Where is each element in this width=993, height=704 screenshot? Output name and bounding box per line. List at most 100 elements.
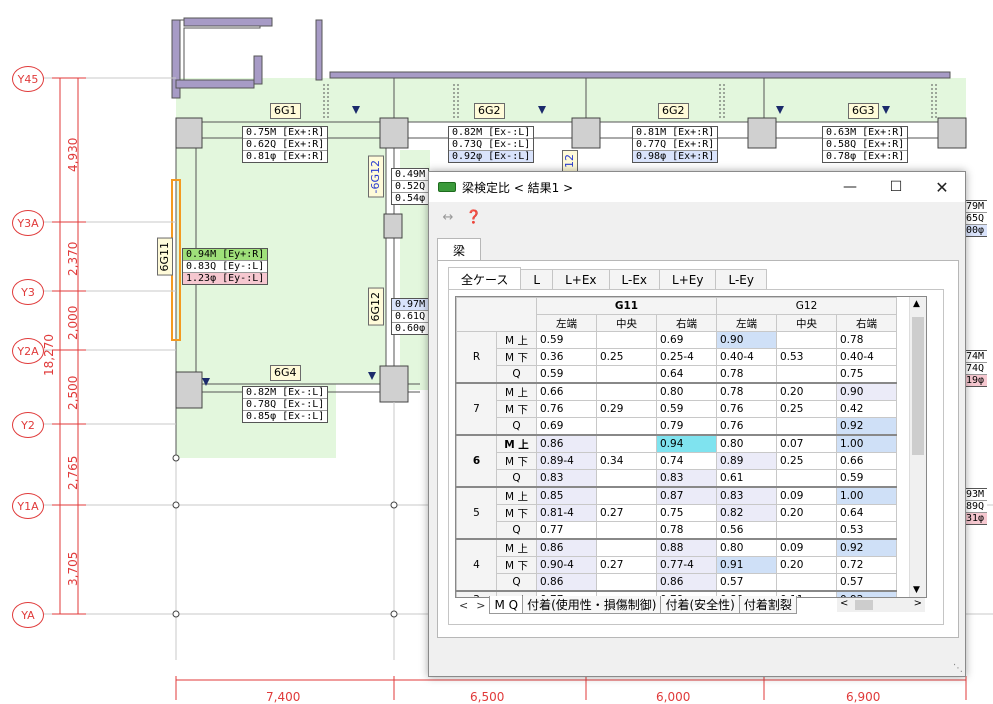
- sheet-tab-bond-service[interactable]: 付着(使用性・損傷制御): [522, 596, 662, 614]
- ratio-cell[interactable]: 0.80: [716, 434, 777, 453]
- ratio-cell[interactable]: 0.74: [656, 452, 717, 470]
- table-row[interactable]: Q 0.83 0.83 0.61 0.59: [456, 469, 897, 488]
- ratio-cell[interactable]: 0.75: [656, 504, 717, 522]
- table-row[interactable]: 6M 上 0.86 0.94 0.80 0.07 1.00: [456, 434, 897, 488]
- ratio-cell[interactable]: 0.80: [716, 538, 777, 557]
- scroll-thumb[interactable]: [912, 317, 924, 455]
- beam-tag[interactable]: 6G1: [270, 103, 301, 119]
- ratio-cell[interactable]: [596, 382, 657, 401]
- ratio-cell[interactable]: [776, 469, 837, 488]
- ratio-cell[interactable]: 0.83: [716, 486, 777, 505]
- maximize-button[interactable]: ☐: [873, 172, 919, 202]
- ratio-cell[interactable]: 0.83: [656, 469, 717, 488]
- help-icon[interactable]: ❓: [465, 208, 483, 226]
- ratio-cell[interactable]: 0.27: [596, 504, 657, 522]
- ratio-cell[interactable]: 0.07: [776, 434, 837, 453]
- ratio-cell[interactable]: [776, 417, 837, 436]
- ratio-cell[interactable]: 0.20: [776, 382, 837, 401]
- table-row[interactable]: Q 0.86 0.86 0.57 0.57: [456, 573, 897, 592]
- ratio-cell[interactable]: 0.75: [836, 365, 897, 384]
- hscroll-thumb[interactable]: [855, 600, 873, 610]
- ratio-cell[interactable]: 0.53: [776, 348, 837, 366]
- ratio-cell[interactable]: [596, 573, 657, 592]
- ratio-cell[interactable]: 0.78: [716, 365, 777, 384]
- ratio-cell[interactable]: 0.86: [536, 538, 597, 557]
- resize-arrows-icon[interactable]: ↔: [439, 208, 457, 226]
- ratio-cell[interactable]: [776, 331, 837, 349]
- beam-tag-vertical[interactable]: -6G12: [368, 156, 384, 198]
- tab-scroll-left-icon[interactable]: <: [455, 599, 472, 612]
- ratio-cell[interactable]: 0.90: [836, 382, 897, 401]
- beam-tag[interactable]: 6G3: [848, 103, 879, 119]
- ratio-cell[interactable]: 0.20: [776, 556, 837, 574]
- table-row[interactable]: M 下 0.81-4 0.27 0.75 0.82 0.20 0.64: [457, 504, 897, 522]
- beam-tag-vertical[interactable]: 6G12: [368, 288, 384, 326]
- ratio-cell[interactable]: 0.25: [776, 400, 837, 418]
- ratio-cell[interactable]: 0.53: [836, 521, 897, 540]
- ratio-cell[interactable]: [776, 365, 837, 384]
- ratio-cell[interactable]: 1.00: [836, 486, 897, 505]
- ratio-cell[interactable]: 0.64: [656, 365, 717, 384]
- ratio-cell[interactable]: 0.64: [836, 504, 897, 522]
- ratio-cell[interactable]: 0.40-4: [836, 348, 897, 366]
- ratio-cell[interactable]: 0.86: [536, 434, 597, 453]
- ratio-cell[interactable]: 0.29: [596, 400, 657, 418]
- resize-grip-icon[interactable]: ⋱: [953, 663, 963, 674]
- table-row[interactable]: 5M 上 0.85 0.87 0.83 0.09 1.00: [456, 486, 897, 540]
- table-row[interactable]: M 下 0.76 0.29 0.59 0.76 0.25 0.42: [457, 400, 897, 418]
- sheet-tab-bond-safety[interactable]: 付着(安全性): [660, 596, 740, 614]
- beam-tag[interactable]: 6G4: [270, 365, 301, 381]
- ratio-cell[interactable]: 0.59: [536, 365, 597, 384]
- beam-tag[interactable]: 6G2: [474, 103, 505, 119]
- ratio-cell[interactable]: 0.61: [716, 469, 777, 488]
- ratio-cell[interactable]: 0.42: [836, 400, 897, 418]
- tab-beam[interactable]: 梁: [437, 238, 481, 261]
- ratio-cell[interactable]: 0.83: [536, 469, 597, 488]
- scroll-up-icon[interactable]: ▲: [913, 299, 920, 309]
- tab-all-cases[interactable]: 全ケース: [448, 267, 522, 290]
- ratio-cell[interactable]: 0.90-4: [536, 556, 597, 574]
- hscroll-left-icon[interactable]: <: [840, 598, 848, 609]
- ratio-cell[interactable]: 0.79: [656, 417, 717, 436]
- ratio-cell[interactable]: 0.66: [836, 452, 897, 470]
- ratio-cell[interactable]: [596, 538, 657, 557]
- table-row[interactable]: Q 0.69 0.79 0.76 0.92: [456, 417, 897, 436]
- ratio-cell[interactable]: 0.40-4: [716, 348, 777, 366]
- ratio-cell[interactable]: 0.69: [656, 331, 717, 349]
- table-row[interactable]: RM 上 0.59 0.69 0.90 0.78: [456, 331, 897, 384]
- ratio-cell[interactable]: 0.76: [536, 400, 597, 418]
- ratio-cell[interactable]: 0.86: [536, 573, 597, 592]
- ratio-cell[interactable]: 0.36: [536, 348, 597, 366]
- table-row[interactable]: M 下 0.89-4 0.34 0.74 0.89 0.25 0.66: [457, 452, 897, 470]
- ratio-cell[interactable]: 0.90: [716, 331, 777, 349]
- beam-tag-vertical[interactable]: 12: [562, 150, 578, 172]
- close-button[interactable]: ✕: [919, 172, 965, 202]
- ratio-cell[interactable]: 0.57: [836, 573, 897, 592]
- ratio-cell[interactable]: 0.92: [836, 590, 897, 597]
- ratio-cell[interactable]: 0.85: [536, 486, 597, 505]
- tab-scroll-right-icon[interactable]: >: [472, 599, 489, 612]
- sheet-tab-mq[interactable]: M Q: [489, 596, 524, 614]
- ratio-cell[interactable]: 0.92: [836, 417, 897, 436]
- ratio-cell[interactable]: 0.86: [656, 573, 717, 592]
- table-row[interactable]: Q 0.59 0.64 0.78 0.75: [456, 365, 897, 384]
- title-bar[interactable]: 梁検定比 < 結果1 > — ☐ ✕: [429, 172, 965, 202]
- ratio-cell[interactable]: 0.27: [596, 556, 657, 574]
- ratio-cell[interactable]: [596, 331, 657, 349]
- beam-tag-vertical[interactable]: 6G11: [157, 238, 173, 276]
- ratio-cell[interactable]: 0.59: [656, 400, 717, 418]
- ratio-cell[interactable]: 0.89-4: [536, 452, 597, 470]
- sheet-tab-bond-splitting[interactable]: 付着割裂: [738, 596, 797, 614]
- tab-case-l-plus-ey[interactable]: L+Ey: [659, 269, 717, 290]
- ratio-cell[interactable]: 1.00: [836, 434, 897, 453]
- vertical-scrollbar[interactable]: ▲ ▼: [909, 297, 926, 597]
- ratio-cell[interactable]: [596, 469, 657, 488]
- ratio-cell[interactable]: [596, 486, 657, 505]
- table-row[interactable]: 7M 上 0.66 0.80 0.78 0.20 0.90: [456, 382, 897, 436]
- ratio-cell[interactable]: 0.81-4: [536, 504, 597, 522]
- ratio-cell[interactable]: 0.09: [776, 538, 837, 557]
- ratio-cell[interactable]: 0.66: [536, 382, 597, 401]
- results-grid[interactable]: G11 G12 左端 中央 右端 左端 中央 右端 RM 上 0.59 0.69 0.…: [455, 296, 927, 598]
- table-row[interactable]: 4M 上 0.86 0.88 0.80 0.09 0.92: [456, 538, 897, 592]
- tab-case-l-minus-ex[interactable]: L-Ex: [608, 269, 661, 290]
